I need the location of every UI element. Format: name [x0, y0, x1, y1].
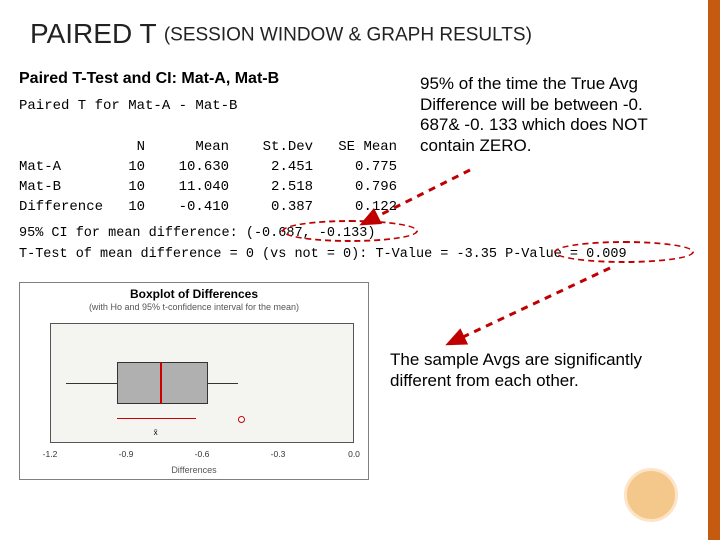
- accent-circle-icon: [624, 468, 678, 522]
- tick-0: -1.2: [43, 449, 58, 459]
- annotation-pvalue: The sample Avgs are significantly differ…: [390, 350, 690, 391]
- ho-marker: [238, 416, 245, 423]
- x-axis-ticks: -1.2 -0.9 -0.6 -0.3 0.0: [50, 449, 354, 461]
- highlight-pvalue-ellipse: [554, 241, 694, 263]
- ci-pre: 95% CI for mean difference:: [19, 226, 246, 241]
- whisker-right: [208, 383, 238, 384]
- out-row-diff: Difference 10 -0.410 0.387 0.122: [19, 199, 397, 215]
- out-row-a: Mat-A 10 10.630 2.451 0.775: [19, 159, 397, 175]
- arrow-pvalue: [430, 260, 630, 360]
- slide-title: PAIRED T (SESSION WINDOW & GRAPH RESULTS…: [30, 18, 532, 50]
- tick-2: -0.6: [195, 449, 210, 459]
- ttest-line: T-Test of mean difference = 0 (vs not = …: [19, 247, 627, 262]
- median-line: [160, 362, 162, 404]
- title-sub: (SESSION WINDOW & GRAPH RESULTS): [164, 25, 532, 46]
- highlight-ci-ellipse: [282, 220, 418, 242]
- tt-pre: T-Test of mean difference = 0 (vs not = …: [19, 247, 505, 262]
- boxplot-title: Boxplot of Differences: [20, 287, 368, 301]
- out-line1: Paired T for Mat-A - Mat-B: [19, 98, 237, 114]
- annotation-ci: 95% of the time the True Avg Difference …: [420, 74, 682, 157]
- plot-area: x̄: [50, 323, 354, 443]
- whisker-left: [66, 383, 117, 384]
- slide: PAIRED T (SESSION WINDOW & GRAPH RESULTS…: [0, 0, 720, 540]
- out-row-b: Mat-B 10 11.040 2.518 0.796: [19, 179, 397, 195]
- x-axis-title: Differences: [20, 465, 368, 475]
- boxplot-chart: Boxplot of Differences (with Ho and 95% …: [19, 282, 369, 480]
- box-rect: [117, 362, 208, 404]
- xbar-label: x̄: [154, 428, 158, 437]
- tick-3: -0.3: [271, 449, 286, 459]
- title-main: PAIRED T: [30, 18, 156, 49]
- output-heading: Paired T-Test and CI: Mat-A, Mat-B: [19, 70, 279, 88]
- out-header: N Mean St.Dev SE Mean: [19, 139, 397, 155]
- boxplot-subtitle: (with Ho and 95% t-confidence interval f…: [20, 302, 368, 312]
- tick-4: 0.0: [348, 449, 360, 459]
- session-output: Paired T for Mat-A - Mat-B N Mean St.Dev…: [19, 96, 397, 218]
- tick-1: -0.9: [119, 449, 134, 459]
- ci-interval-line: [117, 418, 196, 419]
